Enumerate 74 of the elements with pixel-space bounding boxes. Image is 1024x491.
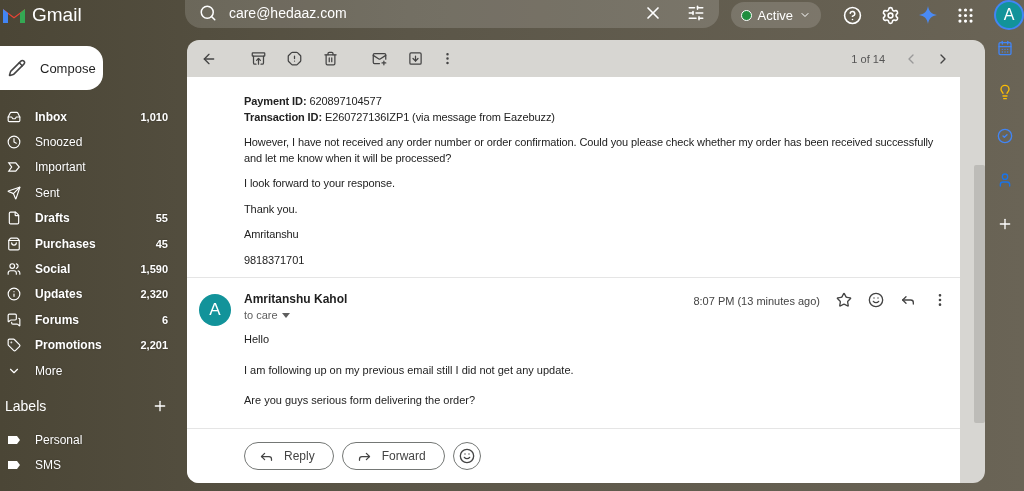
app-name: Gmail (32, 4, 82, 26)
sidebar-item[interactable]: Updates 2,320 (0, 281, 187, 308)
inbox-icon (7, 109, 21, 124)
chat-icon (7, 312, 21, 327)
message-text: Thank you. (244, 201, 299, 217)
label-icon (7, 460, 21, 471)
message-text: Amritanshu (244, 227, 300, 242)
tag-icon (7, 338, 21, 353)
label-icon (7, 435, 21, 445)
unread-count: 55 (155, 212, 168, 225)
unread-count: 45 (155, 237, 168, 250)
label-item[interactable]: Personal (0, 427, 187, 453)
unread-count: 1,010 (140, 110, 168, 123)
sidebar-item[interactable]: More (0, 357, 187, 384)
unread-count: 1,590 (140, 263, 168, 276)
gmail-logo-icon (2, 6, 26, 24)
help-icon[interactable] (843, 5, 862, 25)
label-item[interactable]: SMS (0, 452, 187, 479)
alert-icon[interactable] (287, 51, 302, 66)
search-icon (198, 4, 217, 22)
forward-button[interactable]: Forward (341, 442, 445, 470)
sidebar-item[interactable]: Promotions 2,201 (0, 332, 187, 358)
caret-icon (281, 312, 290, 318)
message-text: Hello (244, 332, 271, 347)
sidebar-item[interactable]: Sent (0, 180, 187, 206)
people-icon (7, 262, 21, 277)
sender-name: Amritanshu Kahol (244, 292, 349, 306)
message-text: 9818371701 (244, 252, 306, 268)
mark-unread-icon[interactable] (372, 51, 387, 66)
move-to-icon[interactable] (408, 51, 423, 66)
sidebar-item[interactable]: Important (0, 154, 187, 181)
file-icon (7, 211, 21, 226)
search-input[interactable]: care@hedaaz.com (226, 4, 633, 22)
message-time: 8:07 PM (13 minutes ago) (693, 295, 820, 309)
info-icon (7, 287, 21, 302)
sender-avatar: A (199, 294, 231, 326)
message-text: I am following up on my previous email still I did not get any update. (244, 362, 575, 378)
smiley-icon[interactable] (868, 292, 884, 308)
sidebar-item[interactable]: Purchases 45 (0, 230, 187, 257)
label-arrow-icon (7, 160, 21, 175)
reply-button[interactable]: Reply (244, 442, 334, 470)
status-button[interactable]: Active (730, 2, 821, 28)
settings-icon[interactable] (881, 5, 900, 25)
archive-icon[interactable] (251, 51, 266, 66)
compose-button[interactable]: Compose (0, 46, 103, 90)
unread-count: 6 (161, 313, 168, 326)
sidebar-item[interactable]: Snoozed (0, 129, 187, 155)
message-text: However, I have not received any order number or order confirmation. Could you please check whether my order has been received successfully and let me know when it will be processed? (244, 135, 935, 166)
sidebar-item[interactable]: Inbox 1,010 (0, 104, 187, 130)
sidebar-item[interactable]: Drafts 55 (0, 205, 187, 231)
unread-count: 2,201 (140, 339, 168, 352)
message-text: Payment ID: 620897104577 Transaction ID: E260727136IZP1 (via message from Eazebuzz) (244, 94, 556, 125)
emoji-reaction-button[interactable] (452, 442, 481, 470)
pencil-icon (8, 59, 26, 77)
pagination-text: 1 of 14 (851, 52, 885, 65)
send-icon (7, 185, 21, 200)
sidebar-item[interactable]: Forums 6 (0, 307, 187, 333)
apps-grid-icon[interactable] (956, 5, 975, 25)
message-text: Are you guys serious form delivering the order? (244, 393, 477, 408)
clock-icon (7, 135, 21, 150)
sidebar-item[interactable]: Social 1,590 (0, 256, 187, 282)
scrollbar-thumb[interactable] (974, 165, 985, 423)
unread-count: 2,320 (140, 288, 168, 301)
check-circle-icon[interactable] (996, 128, 1013, 144)
star-icon[interactable] (836, 292, 852, 308)
shopping-bag-icon (7, 236, 21, 251)
delete-icon[interactable] (323, 51, 338, 66)
sliders-icon[interactable] (686, 4, 705, 22)
smiley-icon (458, 448, 475, 464)
message-text: I look forward to your response. (244, 176, 396, 191)
labels-heading: Labels (5, 398, 47, 415)
search-field[interactable]: care@hedaaz.com (184, 0, 719, 28)
recipient-dropdown[interactable]: to care (244, 309, 290, 321)
account-avatar[interactable]: A (994, 0, 1024, 30)
